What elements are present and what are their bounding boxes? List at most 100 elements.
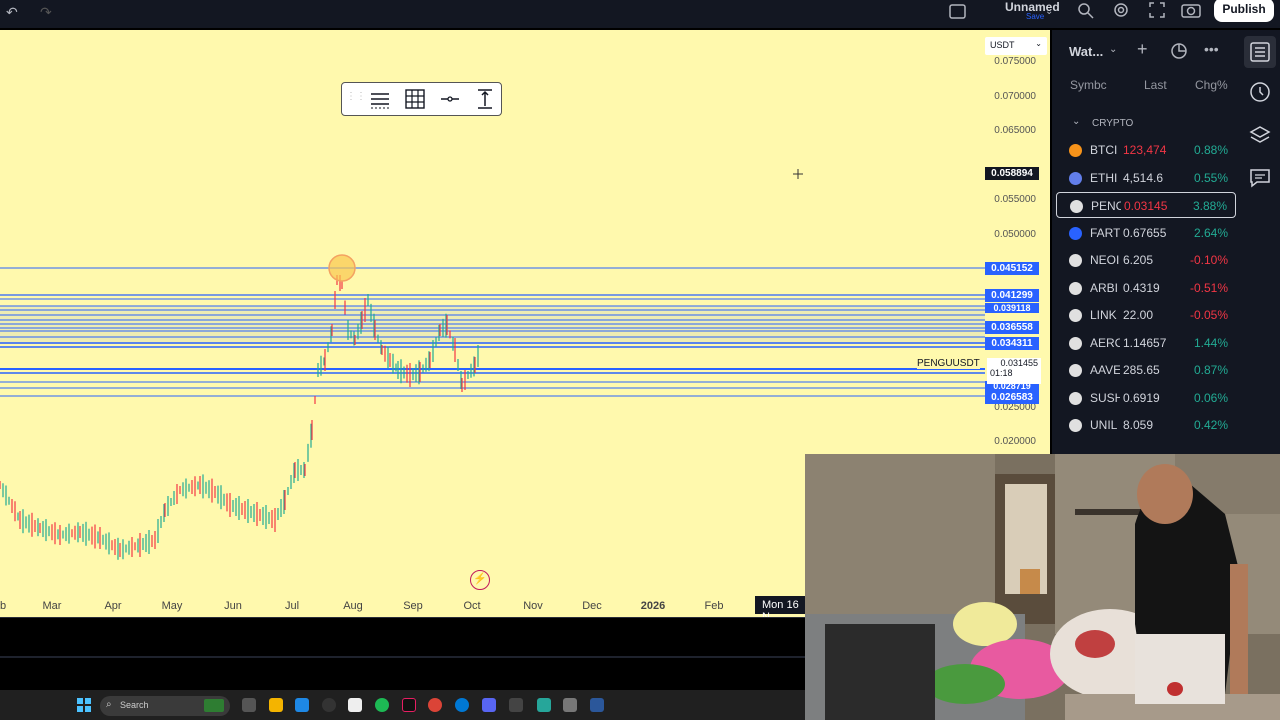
screen: ↶ ↷ Unnamed Save ⌄ Publish USDT ⌄ 0.07500…	[0, 0, 1280, 720]
store-icon[interactable]	[295, 698, 309, 712]
chevron-down-icon[interactable]: ⌄	[1045, 6, 1053, 17]
watchlist-title[interactable]: Wat...	[1069, 44, 1103, 59]
watchlist-row[interactable]: ETHI 4,514.6 0.55%	[1056, 165, 1236, 191]
time-tick: Jun	[224, 600, 242, 612]
chevron-down-icon[interactable]: ⌄	[1072, 116, 1080, 127]
lightning-icon[interactable]: ⚡	[470, 570, 490, 590]
publish-button[interactable]: Publish	[1214, 0, 1274, 22]
top-toolbar: ↶ ↷ Unnamed Save ⌄ Publish	[0, 0, 1280, 28]
watchlist-row[interactable]: BTCI 123,474 0.88%	[1056, 137, 1236, 163]
drag-handle-icon[interactable]: ⋮⋮	[346, 91, 366, 102]
price-tick: 0.050000	[994, 229, 1036, 240]
watchlist-row[interactable]: LINK 22.00 -0.05%	[1056, 302, 1236, 328]
price-range-icon[interactable]	[474, 88, 496, 110]
redo-icon[interactable]: ↷	[40, 4, 52, 21]
horizontal-line-icon[interactable]	[439, 88, 461, 110]
chevron-down-icon[interactable]: ⌄	[1109, 44, 1117, 55]
level-price-badge: 0.026583	[985, 391, 1039, 404]
watchlist-row[interactable]: AAVE 285.65 0.87%	[1056, 357, 1236, 383]
panel-divider[interactable]	[0, 656, 805, 658]
level-zone	[0, 306, 985, 344]
file-explorer-icon[interactable]	[269, 698, 283, 712]
bottom-panel	[0, 617, 805, 690]
line-style-icon[interactable]	[369, 88, 391, 110]
taskbar-search-input[interactable]: ⌕ Search	[100, 696, 230, 716]
edge-icon[interactable]	[455, 698, 469, 712]
fullscreen-toggle-icon[interactable]	[949, 4, 967, 20]
time-tick: 2026	[640, 600, 666, 612]
task-view-icon[interactable]	[242, 698, 256, 712]
watchlist-change: 0.87%	[1193, 363, 1228, 377]
watchlist-row[interactable]: SUSH 0.6919 0.06%	[1056, 385, 1236, 411]
coin-logo-icon	[1069, 391, 1082, 405]
webcam-overlay-image	[805, 454, 1280, 720]
watchlist-change: 0.42%	[1193, 418, 1228, 432]
crosshair-price-badge: 0.058894	[985, 167, 1039, 180]
level-price-badge: 0.034311	[985, 337, 1039, 350]
obs-icon[interactable]	[509, 698, 523, 712]
fullscreen-icon[interactable]	[1148, 1, 1166, 19]
watchlist-last-price: 123,474	[1123, 143, 1167, 157]
advanced-view-icon[interactable]	[1170, 42, 1188, 60]
word-icon[interactable]	[590, 698, 604, 712]
watchlist-last-price: 0.03145	[1124, 199, 1168, 213]
coin-logo-icon	[1069, 364, 1082, 377]
watchlist-change: 3.88%	[1192, 199, 1227, 213]
time-tick: Mar	[42, 600, 62, 612]
alienware-icon[interactable]	[322, 698, 336, 712]
save-status[interactable]: Save	[1026, 12, 1044, 21]
level-price-badge: 0.045152	[985, 262, 1039, 275]
coin-logo-icon	[1069, 336, 1082, 350]
watchlist-last-price: 0.4319	[1123, 280, 1160, 295]
coin-logo-icon	[1069, 254, 1082, 267]
watchlist-section-title[interactable]: CRYPTO	[1092, 118, 1133, 129]
undo-icon[interactable]: ↶	[6, 4, 18, 21]
drawing-toolbar: ⋮⋮	[341, 82, 502, 116]
add-symbol-icon[interactable]: +	[1137, 39, 1148, 60]
watchlist-row[interactable]: AERC 1.14657 1.44%	[1056, 330, 1236, 356]
level-price-badge: 0.036558	[985, 321, 1039, 334]
watchlist-change: 0.06%	[1193, 390, 1228, 405]
discord-icon[interactable]	[482, 698, 496, 712]
time-tick: Aug	[343, 600, 363, 612]
watchlist-symbol: UNIL	[1090, 418, 1118, 432]
search-icon[interactable]	[1077, 2, 1095, 20]
spotify-icon[interactable]	[375, 698, 389, 712]
tradingview-app-icon[interactable]	[537, 698, 551, 712]
watchlist-symbol: BTCI	[1090, 143, 1118, 157]
calculator-icon[interactable]	[563, 698, 577, 712]
watchlist-last-price: 0.6919	[1123, 390, 1160, 405]
price-tick: 0.055000	[994, 194, 1036, 205]
watchlist-change: 1.44%	[1193, 335, 1228, 350]
watchlist-last-price: 1.14657	[1123, 335, 1167, 350]
watchlist-icon[interactable]	[1248, 40, 1272, 64]
layers-icon[interactable]	[1248, 123, 1272, 147]
watchlist-row[interactable]: FART 0.67655 2.64%	[1056, 220, 1236, 246]
watchlist-row[interactable]: ARBI 0.4319 -0.51%	[1056, 275, 1236, 301]
column-header-symbol[interactable]: Symbc	[1070, 78, 1107, 92]
watchlist-row[interactable]: NEOI 6.205 -0.10%	[1056, 247, 1236, 273]
capcut-icon[interactable]	[348, 698, 362, 712]
watchlist-row[interactable]: UNIL 8.059 0.42%	[1056, 412, 1236, 438]
grid-icon[interactable]	[404, 88, 426, 110]
column-header-change[interactable]: Chg%	[1195, 78, 1228, 92]
camera-icon[interactable]	[1181, 1, 1201, 19]
more-options-icon[interactable]: •••	[1204, 41, 1219, 57]
windows-start-icon[interactable]	[77, 698, 91, 712]
alerts-clock-icon[interactable]	[1248, 80, 1272, 104]
watchlist-last-price: 22.00	[1123, 308, 1154, 322]
watchlist-panel: Wat... ⌄ + ••• Symbc Last Chg% ⌄ CRYPTO …	[1052, 30, 1240, 454]
watchlist-change: 0.55%	[1193, 170, 1228, 185]
bar-countdown: 01:18	[990, 368, 1013, 378]
watchlist-row[interactable]: PENC 0.03145 3.88%	[1056, 192, 1236, 218]
watchlist-symbol: SUSH	[1090, 390, 1120, 405]
column-header-last[interactable]: Last	[1144, 78, 1167, 92]
chrome-icon[interactable]	[428, 698, 442, 712]
price-tick: 0.020000	[994, 436, 1036, 447]
coin-logo-icon	[1069, 144, 1082, 157]
settings-icon[interactable]	[1112, 1, 1130, 19]
watchlist-symbol: ETHI	[1090, 170, 1118, 185]
tiktok-icon[interactable]	[402, 698, 416, 712]
time-tick: Feb	[704, 600, 724, 612]
chat-icon[interactable]	[1248, 166, 1272, 190]
